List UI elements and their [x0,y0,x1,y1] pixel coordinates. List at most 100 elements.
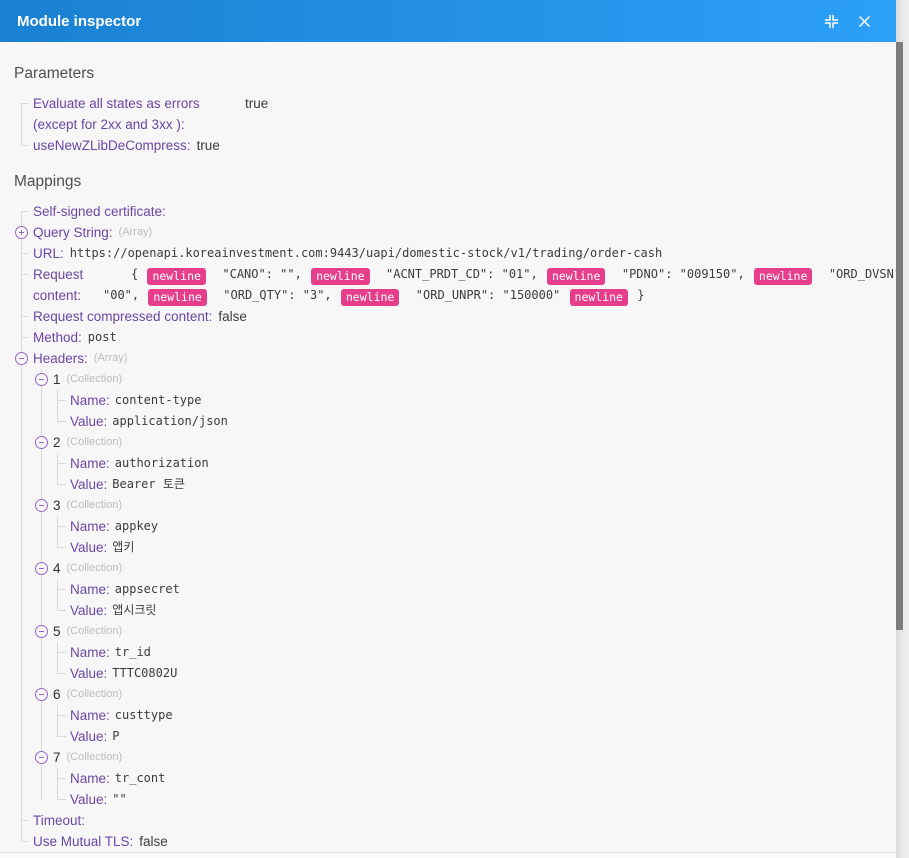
item-number: 6 [53,684,61,705]
field-row: Value:앱키 [0,537,896,558]
request-content-value: { newline "CANO": "", newline "ACNT_PRDT… [103,264,896,306]
collapse-node-icon[interactable] [35,562,48,575]
type-meta: (Array) [119,222,153,243]
tree-row: Request content:{ newline "CANO": "", ne… [0,264,896,306]
field-value: P [112,726,119,747]
field-value: "" [112,789,126,810]
inspector-body: Parameters Evaluate all states as errors … [0,42,896,858]
type-meta: (Collection) [67,684,123,705]
item-number: 4 [53,558,61,579]
field-label: Headers: [33,348,88,369]
field-label: Method: [33,327,82,348]
token-text: { [131,267,145,281]
type-meta: (Collection) [67,747,123,768]
field-value: true [245,93,268,114]
token-text: "PDNO": "009150", [607,267,752,281]
field-value: content-type [115,390,202,411]
header-item: 2(Collection)Name:authorizationValue:Bea… [0,432,896,495]
collapse-node-icon[interactable] [35,751,48,764]
collapse-node-icon[interactable] [15,352,28,365]
field-row: Value:앱시크릿 [0,600,896,621]
type-meta: (Collection) [67,621,123,642]
titlebar-buttons [821,11,874,31]
field-value: Bearer 토큰 [112,474,185,495]
tree-row: Headers:(Array) [0,348,896,369]
token-text: } [630,288,644,302]
field-label: Name: [70,579,110,600]
tree-row: Use Mutual TLS:false [0,831,896,852]
field-label: URL: [33,243,64,264]
window-title: Module inspector [17,13,141,30]
tree-parameters: Evaluate all states as errors (except fo… [0,93,896,156]
tree-row: Query String:(Array) [0,222,896,243]
field-row: Name:tr_id [0,642,896,663]
token-text: "ORD_DVSN": [814,267,908,281]
collection-row: 3(Collection) [0,495,896,516]
field-value: appkey [115,516,158,537]
section-heading: Parameters [14,65,896,83]
field-label: Value: [70,600,107,621]
expand-icon[interactable] [15,226,28,239]
newline-badge: newline [547,268,605,285]
field-label: Value: [70,789,107,810]
field-label: Value: [70,411,107,432]
token-text: "00", [103,288,146,302]
item-number: 2 [53,432,61,453]
field-label: Name: [70,516,110,537]
scrollbar-track[interactable] [896,0,909,858]
tree-row: Timeout: [0,810,896,831]
field-value: custtype [115,705,173,726]
tree-row: Request compressed content: false [0,306,896,327]
item-number: 1 [53,369,61,390]
token-text: "ACNT_PRDT_CD": "01", [372,267,545,281]
collection-row: 6 (Collection) [0,684,896,705]
field-label: Request content: [33,264,97,306]
collapse-node-icon[interactable] [35,373,48,386]
field-label: Value: [70,726,107,747]
bottom-divider [0,852,896,858]
field-label: Name: [70,642,110,663]
field-value: false [218,306,247,327]
field-label: Name: [70,453,110,474]
collapse-button[interactable] [821,11,841,31]
field-row: Name:custtype [0,705,896,726]
newline-badge: newline [570,289,628,306]
scrollbar-thumb[interactable] [896,42,903,630]
newline-badge: newline [341,289,399,306]
field-label: Request compressed content: [33,306,212,327]
token-text: "ORD_QTY": "3", [209,288,339,302]
field-label: Evaluate all states as errors (except fo… [33,93,239,135]
header-item: 7(Collection)Name:tr_contValue:"" [0,747,896,810]
newline-badge: newline [311,268,369,285]
close-button[interactable] [854,11,874,31]
collapse-node-icon[interactable] [35,625,48,638]
field-row: Value:application/json [0,411,896,432]
collapse-node-icon[interactable] [35,436,48,449]
collapse-node-icon[interactable] [35,499,48,512]
collapse-icon [823,13,840,30]
tree-mappings: Self-signed certificate:Query String:(Ar… [0,201,896,852]
token-text: "ORD_UNPR": "150000" [401,288,567,302]
type-meta: (Collection) [67,432,123,453]
section-mappings: MappingsSelf-signed certificate:Query St… [0,173,896,852]
field-label: Self-signed certificate: [33,201,166,222]
field-value: 앱시크릿 [112,600,156,621]
newline-badge: newline [148,289,206,306]
item-number: 7 [53,747,61,768]
field-value: appsecret [115,579,180,600]
field-label: Name: [70,768,110,789]
section-parameters: Parameters Evaluate all states as errors … [0,65,896,156]
field-label: Timeout: [33,810,85,831]
field-row: Value:TTTC0802U [0,663,896,684]
collapse-node-icon[interactable] [35,688,48,701]
tree-row: Self-signed certificate: [0,201,896,222]
type-meta: (Collection) [67,495,123,516]
collection-row: 5(Collection) [0,621,896,642]
field-value: 앱키 [112,537,134,558]
field-label: useNewZLibDeCompress: [33,135,191,156]
field-row: Value:P [0,726,896,747]
header-item: 6(Collection)Name:custtypeValue:P [0,684,896,747]
title-bar: Module inspector [0,0,896,42]
field-value: authorization [115,453,209,474]
field-label: Name: [70,705,110,726]
